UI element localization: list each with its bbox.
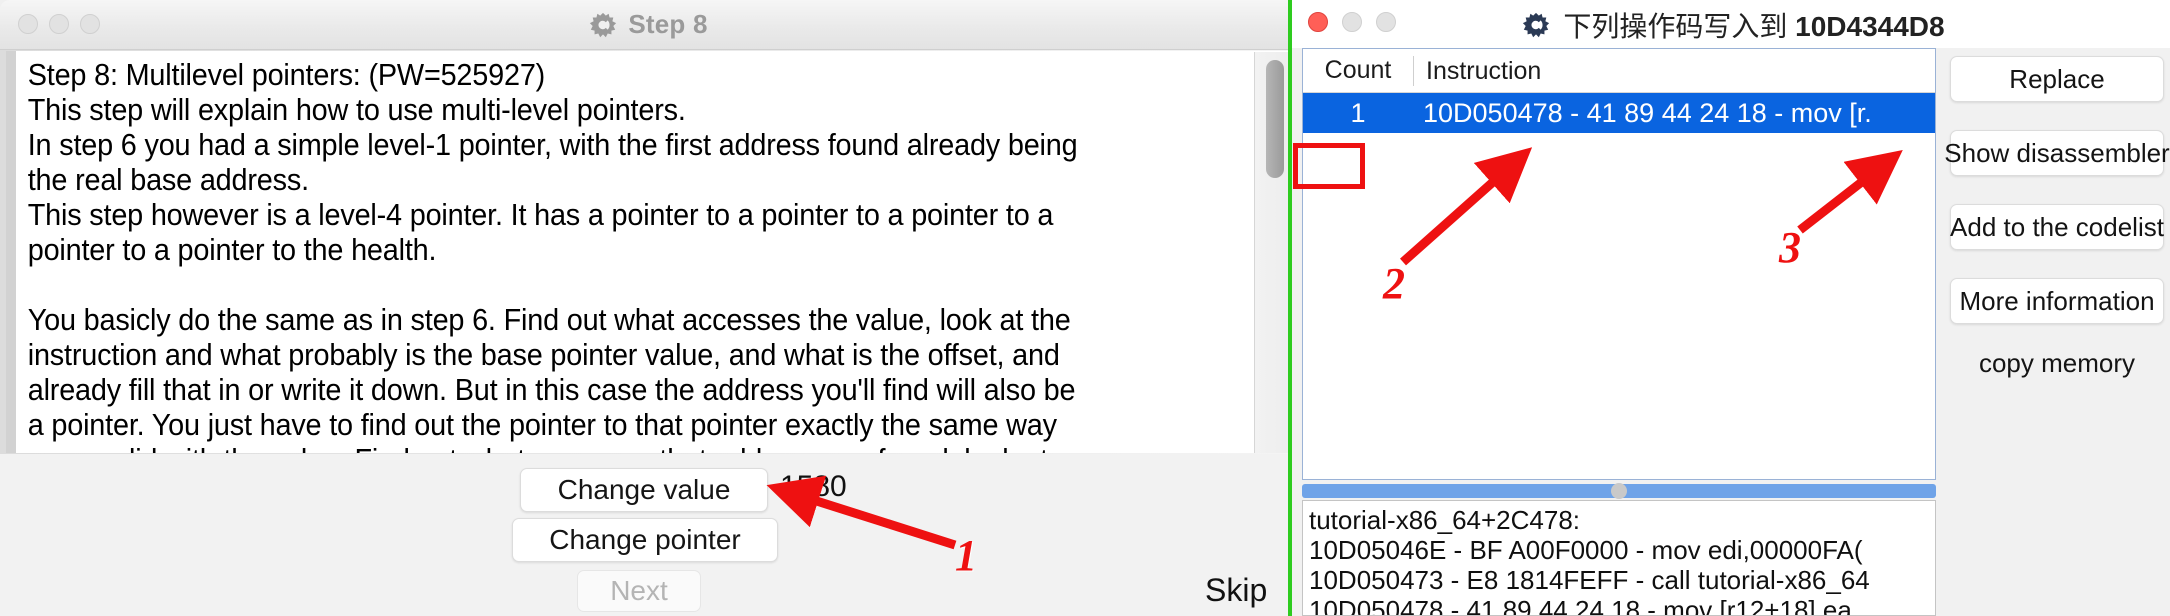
tutorial-title-group: Step 8 xyxy=(0,9,1296,40)
splitter-grip-icon xyxy=(1611,483,1627,499)
cell-count: 1 xyxy=(1350,97,1366,128)
opcode-title-prefix: 下列操作码写入到 xyxy=(1563,11,1796,42)
table-row[interactable]: 1 10D050478 - 41 89 44 24 18 - mov [r. xyxy=(1303,93,1935,133)
column-header-count[interactable]: Count xyxy=(1303,56,1413,85)
tutorial-text-panel: Step 8: Multilevel pointers: (PW=525927)… xyxy=(0,50,1296,454)
change-value-button[interactable]: Change value xyxy=(520,468,768,512)
action-buttons: Replace Show disassembler Add to the cod… xyxy=(1944,56,2170,379)
opcode-title-group: 下列操作码写入到 10D4344D8 xyxy=(1292,5,2170,45)
show-disassembler-button[interactable]: Show disassembler xyxy=(1944,130,2170,176)
replace-button[interactable]: Replace xyxy=(1950,56,2164,102)
disassembly-line: 10D050478 - 41 89 44 24 18 - mov [r12+18… xyxy=(1309,595,1852,616)
tutorial-text: Step 8: Multilevel pointers: (PW=525927)… xyxy=(27,57,1078,453)
disassembly-line: tutorial-x86_64+2C478: xyxy=(1309,505,1581,535)
skip-button[interactable]: Skip xyxy=(1205,572,1267,609)
tutorial-titlebar: Step 8 xyxy=(0,0,1296,50)
instruction-list-panel: Count Instruction 1 10D050478 - 41 89 44… xyxy=(1302,48,1936,480)
opcode-title: 下列操作码写入到 10D4344D8 xyxy=(1563,5,1944,45)
cheat-engine-icon xyxy=(1521,10,1551,40)
copy-memory-label[interactable]: copy memory xyxy=(1950,348,2164,379)
disassembly-line: 10D050473 - E8 1814FEFF - call tutorial-… xyxy=(1309,565,1870,595)
tutorial-title: Step 8 xyxy=(628,9,708,39)
opcode-writer-window: 下列操作码写入到 10D4344D8 Count Instruction 1 1… xyxy=(1288,0,2170,616)
disassembly-line: 10D05046E - BF A00F0000 - mov edi,00000F… xyxy=(1309,535,1863,565)
add-to-codelist-button[interactable]: Add to the codelist xyxy=(1950,204,2164,250)
cheat-engine-icon xyxy=(588,10,618,40)
change-pointer-button[interactable]: Change pointer xyxy=(512,518,778,562)
cell-instruction: 10D050478 - 41 89 44 24 18 - mov [r. xyxy=(1423,97,1872,128)
next-button[interactable]: Next xyxy=(577,570,701,612)
more-information-button[interactable]: More information xyxy=(1950,278,2164,324)
splitter-handle[interactable] xyxy=(1302,483,1936,499)
tutorial-text-scroll-area[interactable]: Step 8: Multilevel pointers: (PW=525927)… xyxy=(6,51,1236,453)
tutorial-scrollbar-thumb[interactable] xyxy=(1266,60,1284,178)
opcode-titlebar: 下列操作码写入到 10D4344D8 xyxy=(1292,0,2170,48)
opcode-title-address: 10D4344D8 xyxy=(1795,11,1945,42)
disassembly-panel[interactable]: tutorial-x86_64+2C478: 10D05046E - BF A0… xyxy=(1302,500,1936,616)
value-display: 1580 xyxy=(780,470,847,503)
column-header-instruction[interactable]: Instruction xyxy=(1413,55,1935,86)
instruction-list-header: Count Instruction xyxy=(1303,49,1935,93)
